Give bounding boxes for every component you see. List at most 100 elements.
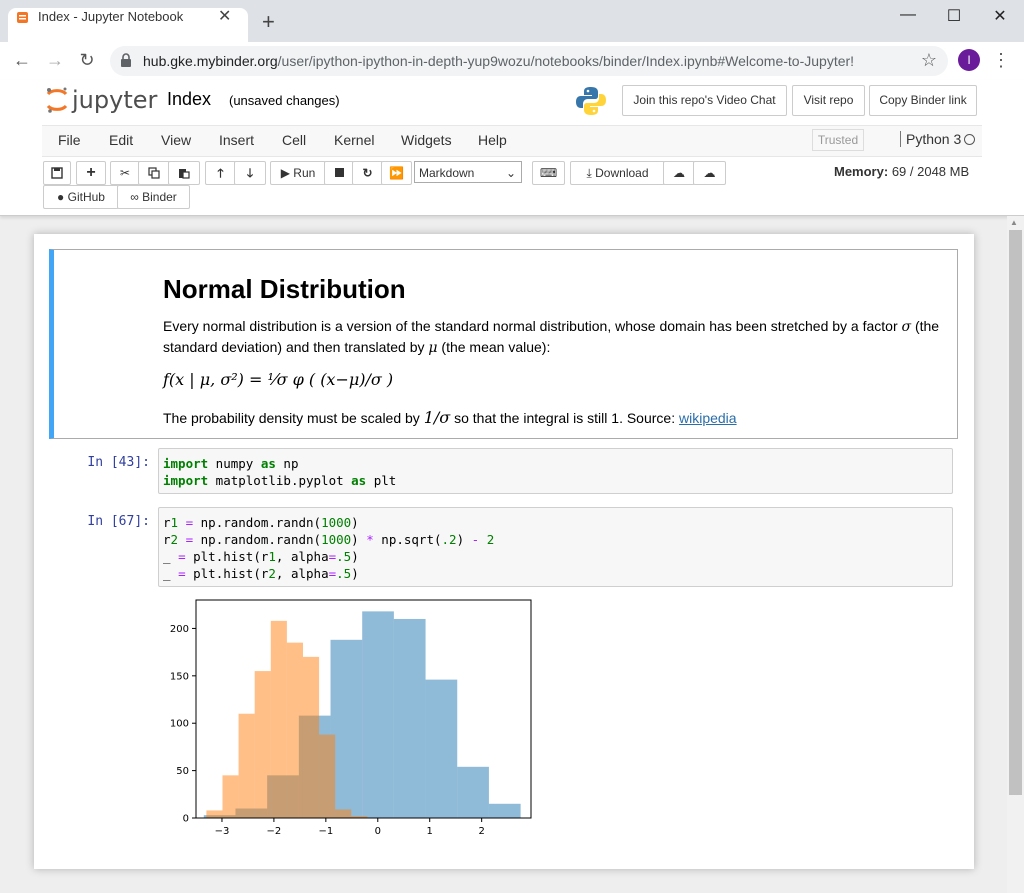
markdown-paragraph-1: Every normal distribution is a version o… [163, 316, 953, 358]
wikipedia-link[interactable]: wikipedia [679, 410, 737, 426]
trusted-indicator[interactable]: Trusted [812, 129, 864, 151]
mu-symbol: μ [428, 340, 438, 356]
move-down-button[interactable]: 🡓 [234, 161, 266, 185]
x-tick-label: −3 [215, 826, 230, 837]
reload-icon[interactable]: ↻ [77, 50, 97, 71]
histogram-bar-series-2 [254, 671, 271, 818]
binder-button[interactable]: ∞ Binder [117, 185, 190, 209]
histogram-plot: −3 −2 −1 0 1 2 0 50 100 150 200 [170, 599, 532, 837]
download-icon: ⤓ [586, 166, 592, 180]
copy-binder-link-button[interactable]: Copy Binder link [869, 85, 977, 116]
keyword: as [260, 456, 276, 471]
jupyter-favicon-icon [16, 11, 29, 24]
copy-button[interactable] [138, 161, 170, 185]
histogram-bar-series-2 [238, 713, 255, 818]
y-tick-label: 150 [170, 671, 189, 682]
x-tick-label: 2 [478, 826, 484, 837]
github-button[interactable]: ● GitHub [43, 185, 119, 209]
restart-button[interactable]: ↻ [352, 161, 383, 185]
cloud-upload-icon: ☁ [703, 166, 716, 180]
interrupt-button[interactable] [324, 161, 354, 185]
y-tick-label: 0 [183, 814, 189, 825]
cut-button[interactable]: ✂ [110, 161, 140, 185]
code-line: _ = plt.hist(r1, alpha=.5) [163, 549, 359, 564]
fast-forward-icon: ⏩ [389, 166, 404, 180]
paste-button[interactable] [168, 161, 200, 185]
alias: plt [366, 473, 397, 488]
code-line: r2 = np.random.randn(1000) * np.sqrt(.2)… [163, 532, 495, 547]
jupyter-logo-icon[interactable] [45, 86, 69, 114]
tab-title: Index - Jupyter Notebook [38, 9, 184, 24]
forward-icon[interactable]: → [45, 50, 65, 71]
code-line: r1 = np.random.randn(1000) [163, 515, 359, 530]
para1-text-c: (the mean value): [437, 339, 551, 355]
y-tick-label: 50 [176, 766, 189, 777]
copy-icon [148, 167, 160, 179]
density-formula: f(x | μ, σ²) = ¹⁄σ φ ( (x−μ)/σ ) [163, 370, 394, 389]
markdown-heading: Normal Distribution [163, 274, 406, 304]
visit-repo-button[interactable]: Visit repo [792, 85, 865, 116]
window-close-icon[interactable]: ✕ [990, 6, 1010, 26]
insert-cell-button[interactable]: + [76, 161, 106, 185]
para1-text-a: Every normal distribution is a version o… [163, 318, 902, 334]
histogram-bar-series-1 [457, 766, 489, 818]
keyword: import [163, 456, 209, 471]
binder-label: Binder [142, 190, 177, 204]
menu-edit[interactable]: Edit [109, 132, 133, 148]
menu-insert[interactable]: Insert [219, 132, 254, 148]
plus-icon: + [86, 164, 96, 181]
histogram-bar-series-2 [319, 734, 336, 818]
lock-icon [120, 53, 132, 67]
new-tab-icon[interactable]: + [262, 11, 275, 33]
menu-kernel[interactable]: Kernel [334, 132, 374, 148]
browser-menu-icon[interactable]: ⋮ [991, 50, 1011, 71]
bookmark-star-icon[interactable]: ☆ [919, 50, 939, 71]
keyboard-icon: ⌨ [539, 166, 558, 180]
code-line: _ = plt.hist(r2, alpha=.5) [163, 566, 359, 581]
cell-prompt-67: In [67]: [87, 514, 150, 529]
menu-widgets[interactable]: Widgets [401, 132, 452, 148]
download-label: Download [595, 166, 649, 180]
kernel-idle-icon [964, 134, 975, 145]
menu-view[interactable]: View [161, 132, 191, 148]
histogram-bar-series-1 [425, 679, 458, 818]
scissors-icon: ✂ [119, 166, 131, 180]
step-forward-icon: ▶︎ [280, 166, 290, 180]
y-tick-label: 200 [170, 624, 189, 635]
profile-avatar[interactable]: I [958, 49, 980, 71]
tab-close-icon[interactable]: ✕ [218, 6, 231, 26]
run-button[interactable]: ▶︎ Run [270, 161, 326, 185]
github-icon: ● [57, 190, 65, 204]
maximize-icon[interactable]: ☐ [944, 6, 964, 26]
module-name: matplotlib.pyplot [208, 473, 352, 488]
move-up-button[interactable]: 🡑 [205, 161, 236, 185]
menu-help[interactable]: Help [478, 132, 507, 148]
restart-run-all-button[interactable]: ⏩ [381, 161, 412, 185]
histogram-bar-series-1 [362, 611, 394, 818]
histogram-bar-series-1 [330, 639, 363, 818]
keyword: as [351, 473, 367, 488]
menu-cell[interactable]: Cell [282, 132, 306, 148]
markdown-paragraph-2: The probability density must be scaled b… [163, 408, 953, 428]
scroll-up-icon[interactable]: ▲ [1010, 218, 1018, 227]
jupyter-logo-text[interactable]: jupyter [72, 86, 157, 114]
menu-file[interactable]: File [58, 132, 81, 148]
histogram-bar-series-2 [335, 809, 352, 818]
code-cell-imports[interactable]: import numpy as np import matplotlib.pyp… [158, 448, 953, 494]
histogram-bar-series-2 [286, 642, 303, 818]
cloud-upload-button[interactable]: ☁ [693, 161, 726, 185]
command-palette-button[interactable]: ⌨ [532, 161, 565, 185]
save-button[interactable] [43, 161, 71, 185]
code-cell-histogram[interactable]: r1 = np.random.randn(1000) r2 = np.rando… [158, 507, 953, 587]
cloud-download-button[interactable]: ☁ [663, 161, 695, 185]
video-chat-button[interactable]: Join this repo's Video Chat [622, 85, 787, 116]
notebook-name[interactable]: Index [167, 89, 211, 110]
download-button[interactable]: ⤓ Download [570, 161, 665, 185]
cell-type-select[interactable]: Markdown ⌄ [414, 161, 522, 183]
minimize-icon[interactable]: — [898, 6, 918, 24]
para2-text-b: so that the integral is still 1. Source: [450, 410, 679, 426]
back-icon[interactable]: ← [12, 50, 32, 71]
memory-usage: Memory: 69 / 2048 MB [834, 164, 969, 179]
scrollbar-thumb[interactable] [1009, 230, 1022, 795]
url-path: /user/ipython-ipython-in-depth-yup9wozu/… [277, 53, 855, 69]
